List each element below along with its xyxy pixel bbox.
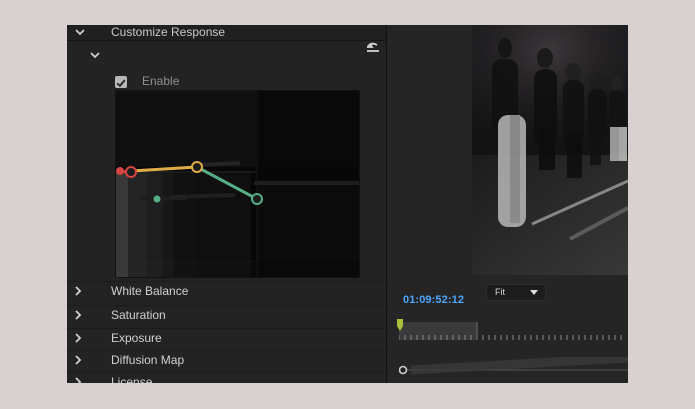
- menu-item-label: Exposure: [111, 331, 162, 345]
- menu-item-exposure[interactable]: Exposure: [67, 328, 386, 351]
- chevron-right-icon[interactable]: [72, 354, 84, 366]
- playhead-icon[interactable]: [397, 319, 403, 331]
- menu-item-license[interactable]: License: [67, 372, 386, 383]
- panel-header[interactable]: Customize Response: [67, 25, 386, 41]
- timecode-display[interactable]: 01:09:52:12: [403, 294, 464, 307]
- panel-title: Customize Response: [111, 25, 226, 39]
- chevron-down-icon[interactable]: [89, 49, 101, 61]
- program-monitor: 01:09:52:12 Fit: [387, 25, 628, 383]
- menu-item-diffusion-map[interactable]: Diffusion Map: [67, 350, 386, 373]
- yellow-handle[interactable]: [191, 161, 203, 173]
- menu-item-label: Saturation: [111, 308, 166, 322]
- chevron-right-icon[interactable]: [72, 376, 84, 383]
- green-handle[interactable]: [251, 193, 263, 205]
- red-handle[interactable]: [116, 167, 124, 175]
- green-point-icon: [153, 195, 161, 203]
- fit-dropdown[interactable]: Fit: [486, 284, 546, 301]
- menu-item-saturation[interactable]: Saturation: [67, 305, 386, 328]
- check-icon: [116, 79, 126, 88]
- enable-checkbox[interactable]: [115, 76, 127, 88]
- app-window: Customize Response Enable White Balance …: [67, 25, 628, 383]
- chevron-right-icon[interactable]: [72, 285, 84, 297]
- yellow-handle[interactable]: [125, 166, 137, 178]
- menu-item-label: License: [111, 375, 153, 383]
- enable-label: Enable: [142, 74, 180, 88]
- menu-item-label: Diffusion Map: [111, 353, 185, 367]
- scrub-bar[interactable]: [399, 357, 628, 375]
- chevron-down-icon: [530, 290, 538, 295]
- video-frame: [472, 25, 628, 275]
- video-preview: [472, 25, 628, 275]
- chevron-right-icon[interactable]: [72, 309, 84, 321]
- chevron-down-icon[interactable]: [74, 26, 86, 38]
- timeline-ruler[interactable]: [399, 319, 628, 345]
- menu-item-white-balance[interactable]: White Balance: [67, 281, 386, 304]
- response-graph[interactable]: [115, 90, 360, 278]
- menu-item-label: White Balance: [111, 284, 189, 298]
- undo-icon[interactable]: [365, 40, 381, 54]
- customize-response-panel: Customize Response Enable White Balance …: [67, 25, 386, 383]
- fit-label: Fit: [495, 287, 505, 297]
- graph-canvas: [116, 91, 359, 277]
- chevron-right-icon[interactable]: [72, 332, 84, 344]
